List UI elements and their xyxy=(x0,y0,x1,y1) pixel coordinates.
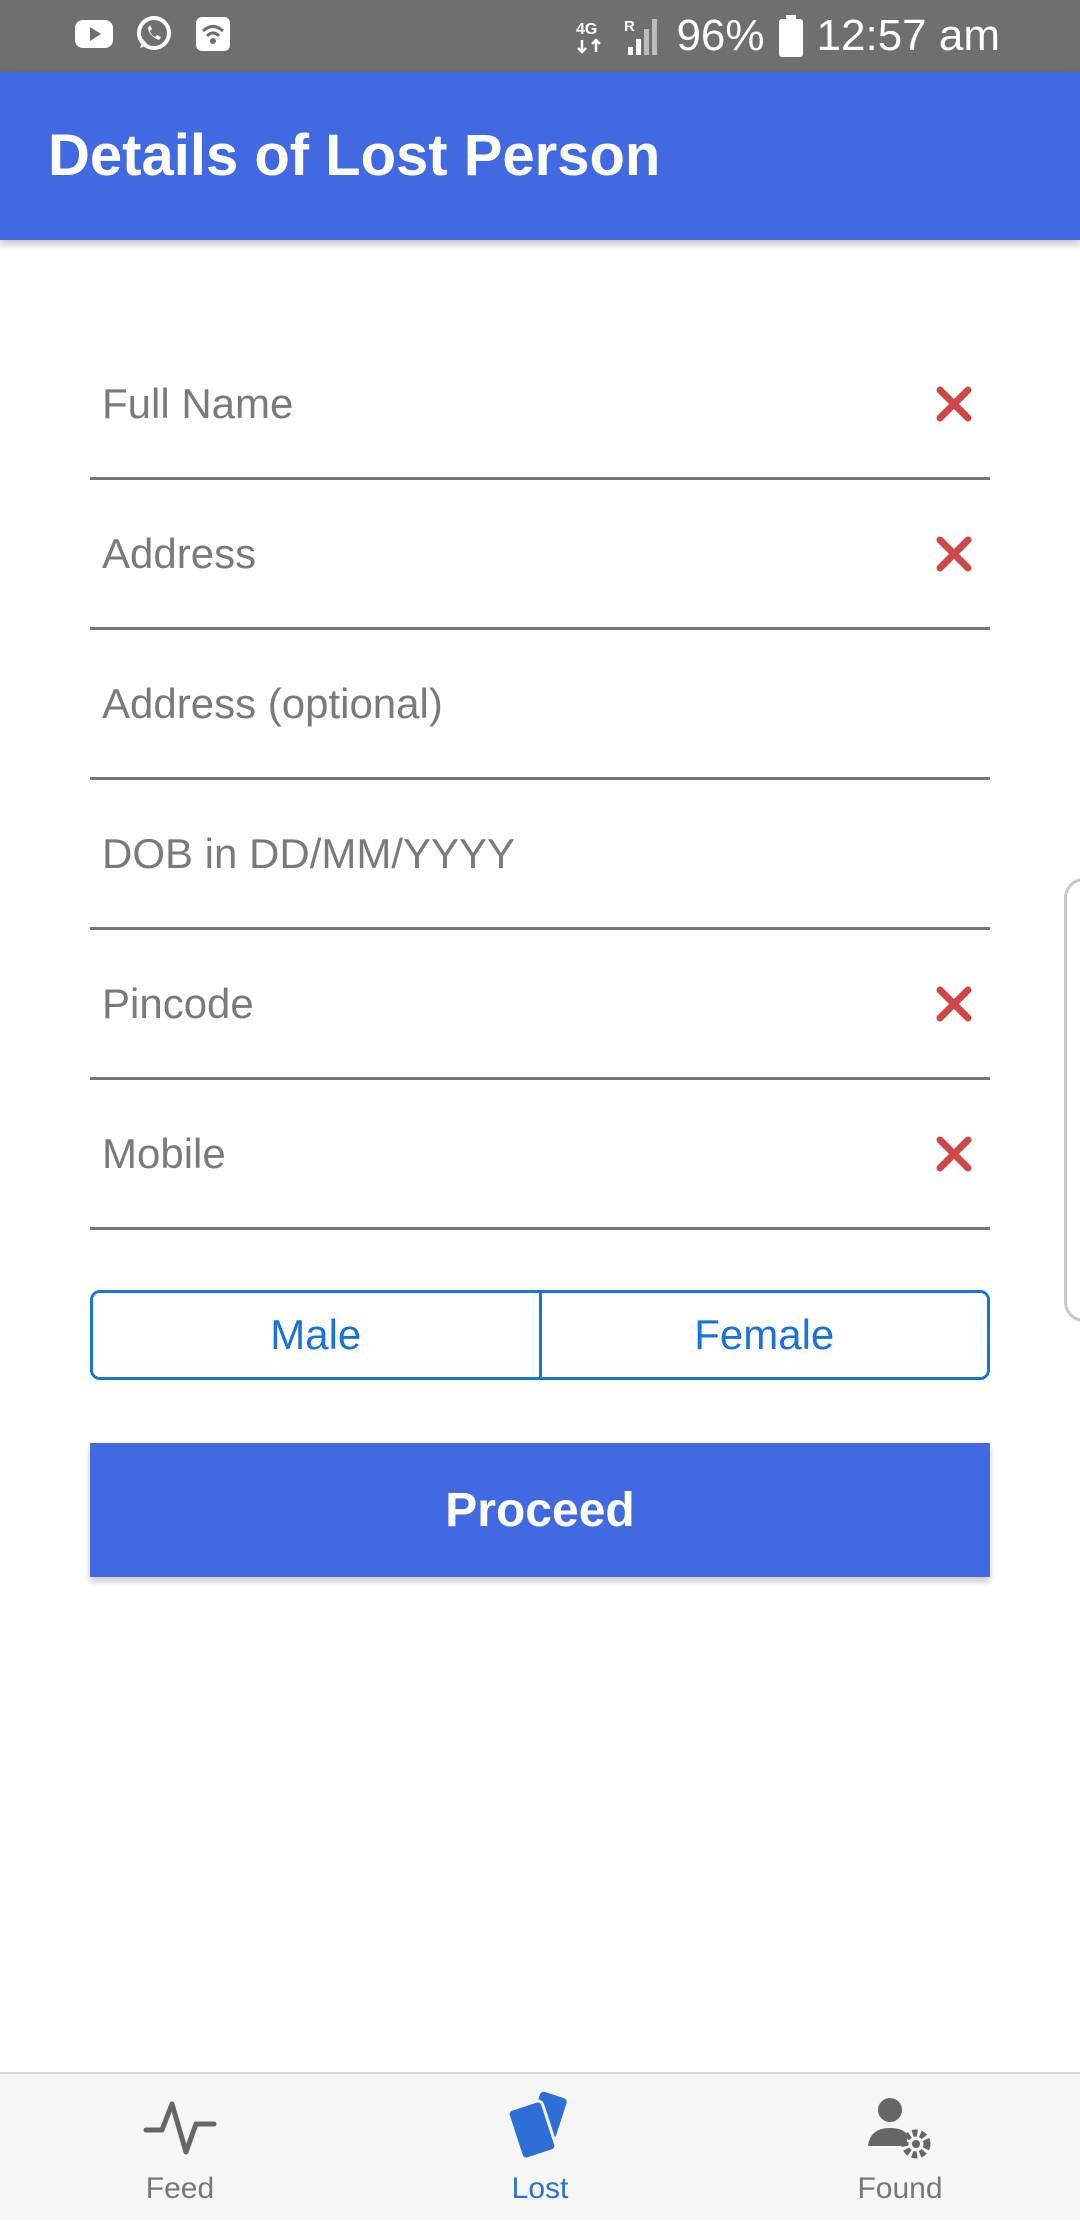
network-4g-icon: 4G xyxy=(576,21,602,54)
nav-label-lost: Lost xyxy=(511,2172,569,2205)
address-input[interactable] xyxy=(102,480,902,627)
status-left-icons xyxy=(74,14,232,54)
gender-segmented-control: Male Female xyxy=(90,1290,990,1380)
pincode-input[interactable] xyxy=(102,930,902,1077)
full-name-input[interactable] xyxy=(102,330,902,477)
wifi-calling-icon xyxy=(196,17,230,51)
status-bar: 4G R 96% 12:57 am xyxy=(0,0,1080,72)
address-optional-field xyxy=(90,630,990,780)
activity-pulse-icon xyxy=(143,2101,217,2155)
nav-item-lost[interactable]: Lost xyxy=(440,2074,640,2222)
roaming-label: R xyxy=(624,18,635,35)
proceed-button[interactable]: Proceed xyxy=(90,1443,990,1577)
nav-item-feed[interactable]: Feed xyxy=(80,2074,280,2222)
mobile-field xyxy=(90,1080,990,1230)
edge-panel-handle[interactable] xyxy=(1064,878,1080,1322)
bottom-navigation: Feed Lost Found xyxy=(0,2072,1080,2220)
whatsapp-icon xyxy=(137,16,171,50)
nav-label-found: Found xyxy=(857,2172,943,2205)
app-bar: Details of Lost Person xyxy=(0,72,1080,240)
network-label: 4G xyxy=(576,21,597,38)
nav-label-feed: Feed xyxy=(145,2172,215,2205)
user-settings-icon xyxy=(868,2098,931,2159)
clock: 12:57 am xyxy=(816,11,1000,60)
battery-icon xyxy=(778,15,803,57)
error-x-icon xyxy=(936,986,972,1021)
page-title: Details of Lost Person xyxy=(48,123,661,188)
error-x-icon xyxy=(936,1136,972,1171)
mobile-input[interactable] xyxy=(102,1080,902,1227)
dob-field xyxy=(90,780,990,930)
battery-percent: 96% xyxy=(676,11,765,60)
status-right: 4G R 96% 12:57 am xyxy=(574,8,1000,64)
pincode-field xyxy=(90,930,990,1080)
gender-female-button[interactable]: Female xyxy=(538,1293,987,1377)
dob-input[interactable] xyxy=(102,780,902,927)
address-field xyxy=(90,480,990,630)
signal-icon: R xyxy=(624,18,658,55)
error-x-icon xyxy=(936,386,972,421)
nav-item-found[interactable]: Found xyxy=(800,2074,1000,2222)
address-optional-input[interactable] xyxy=(102,630,902,777)
cards-icon xyxy=(506,2091,567,2161)
error-x-icon xyxy=(936,536,972,571)
full-name-field xyxy=(90,330,990,480)
gender-male-button[interactable]: Male xyxy=(93,1293,539,1377)
youtube-icon xyxy=(75,20,113,48)
